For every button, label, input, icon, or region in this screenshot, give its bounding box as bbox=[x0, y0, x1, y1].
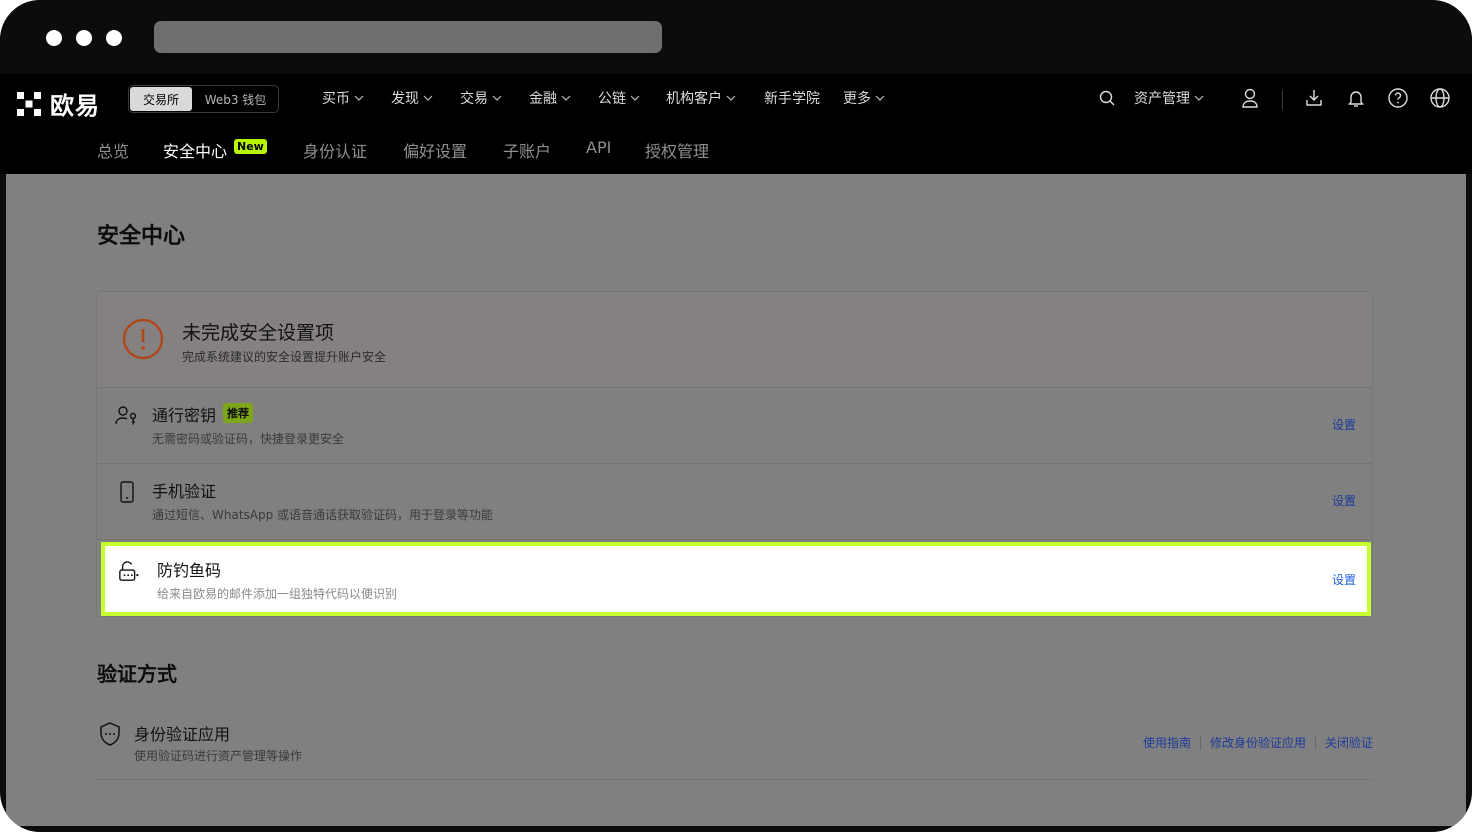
mode-web3-tab[interactable]: Web3 钱包 bbox=[193, 86, 278, 112]
window-minimize-dot[interactable] bbox=[76, 30, 92, 46]
usage-guide-link[interactable]: 使用指南 bbox=[1143, 734, 1191, 751]
nav-academy[interactable]: 新手学院 bbox=[764, 88, 820, 108]
authenticator-actions: 使用指南 修改身份验证应用 关闭验证 bbox=[1143, 734, 1373, 751]
chevron-down-icon bbox=[875, 95, 885, 101]
phone-icon bbox=[115, 480, 139, 504]
chevron-down-icon bbox=[354, 95, 364, 101]
logo[interactable]: 欧易 bbox=[16, 86, 100, 121]
shield-icon bbox=[98, 722, 122, 746]
new-badge: New bbox=[234, 139, 267, 154]
app-window: 欧易 交易所 Web3 钱包 买币 发现 交易 金融 公链 机构客户 新手学院 … bbox=[0, 0, 1472, 832]
page-title: 安全中心 bbox=[97, 224, 186, 249]
passkey-icon bbox=[115, 404, 139, 428]
row-title: 手机验证 bbox=[152, 482, 217, 501]
chevron-down-icon bbox=[726, 95, 736, 101]
divider bbox=[1282, 90, 1283, 110]
chevron-down-icon bbox=[492, 95, 502, 101]
disable-verification-link[interactable]: 关闭验证 bbox=[1325, 734, 1373, 751]
nav-asset-management[interactable]: 资产管理 bbox=[1134, 88, 1204, 108]
chevron-down-icon bbox=[1194, 95, 1204, 101]
tab-overview[interactable]: 总览 bbox=[97, 138, 129, 162]
tab-authorization[interactable]: 授权管理 bbox=[645, 138, 709, 162]
bell-icon[interactable] bbox=[1344, 86, 1368, 110]
chevron-down-icon bbox=[630, 95, 640, 101]
security-row-passkey: 通行密钥 推荐 无需密码或验证码，快捷登录更安全 设置 bbox=[97, 388, 1372, 464]
nav-trade[interactable]: 交易 bbox=[460, 88, 502, 108]
mode-toggle: 交易所 Web3 钱包 bbox=[128, 85, 279, 113]
divider bbox=[1314, 735, 1316, 750]
nav-more[interactable]: 更多 bbox=[843, 88, 885, 108]
anti-phishing-lock-icon bbox=[118, 559, 142, 583]
row-description: 给来自欧易的邮件添加一组独特代码以便识别 bbox=[157, 587, 398, 601]
window-maximize-dot[interactable] bbox=[106, 30, 122, 46]
tab-api[interactable]: API bbox=[586, 138, 611, 157]
security-card-heading: 未完成安全设置项 bbox=[182, 322, 335, 344]
change-authenticator-link[interactable]: 修改身份验证应用 bbox=[1210, 734, 1306, 751]
mode-exchange-tab[interactable]: 交易所 bbox=[130, 87, 192, 111]
brand-name: 欧易 bbox=[50, 92, 100, 120]
anti-phishing-setup-link[interactable]: 设置 bbox=[1332, 571, 1356, 588]
row-description: 无需密码或验证码，快捷登录更安全 bbox=[152, 432, 345, 446]
security-card-header: 未完成安全设置项 完成系统建议的安全设置提升账户安全 bbox=[97, 292, 1372, 388]
phone-setup-link[interactable]: 设置 bbox=[1332, 492, 1356, 509]
row-title: 通行密钥 bbox=[152, 406, 217, 425]
nav-discover[interactable]: 发现 bbox=[391, 88, 433, 108]
user-icon[interactable] bbox=[1238, 86, 1262, 110]
row-title: 身份验证应用 bbox=[134, 725, 231, 744]
row-description: 通过短信、WhatsApp 或语音通话获取验证码，用于登录等功能 bbox=[152, 508, 494, 522]
download-icon[interactable] bbox=[1302, 86, 1326, 110]
nav-institutional[interactable]: 机构客户 bbox=[666, 88, 736, 108]
nav-chain[interactable]: 公链 bbox=[598, 88, 640, 108]
security-row-phone: 手机验证 通过短信、WhatsApp 或语音通话获取验证码，用于登录等功能 设置 bbox=[97, 464, 1372, 540]
top-nav: 欧易 交易所 Web3 钱包 买币 发现 交易 金融 公链 机构客户 新手学院 … bbox=[0, 74, 1472, 124]
tab-security-center[interactable]: 安全中心 bbox=[163, 138, 227, 162]
nav-buy-crypto[interactable]: 买币 bbox=[322, 88, 364, 108]
chevron-down-icon bbox=[561, 95, 571, 101]
passkey-setup-link[interactable]: 设置 bbox=[1332, 416, 1356, 433]
tab-identity-verification[interactable]: 身份认证 bbox=[303, 138, 367, 162]
row-description: 使用验证码进行资产管理等操作 bbox=[134, 749, 303, 763]
help-icon[interactable] bbox=[1386, 86, 1410, 110]
globe-icon[interactable] bbox=[1428, 86, 1452, 110]
address-bar[interactable] bbox=[154, 21, 662, 53]
browser-chrome bbox=[0, 0, 1472, 74]
divider bbox=[1199, 735, 1201, 750]
row-title: 防钓鱼码 bbox=[157, 561, 222, 580]
warning-icon bbox=[122, 318, 164, 364]
main-content: 安全中心 未完成安全设置项 完成系统建议的安全设置提升账户安全 通行密钥 推荐 … bbox=[6, 174, 1466, 826]
tab-sub-accounts[interactable]: 子账户 bbox=[503, 138, 551, 162]
nav-finance[interactable]: 金融 bbox=[529, 88, 571, 108]
window-close-dot[interactable] bbox=[46, 30, 62, 46]
okx-logo-icon bbox=[17, 91, 41, 116]
security-row-anti-phishing: 防钓鱼码 给来自欧易的邮件添加一组独特代码以便识别 设置 bbox=[101, 542, 1371, 616]
search-icon[interactable] bbox=[1095, 86, 1119, 110]
tab-preferences[interactable]: 偏好设置 bbox=[403, 138, 467, 162]
verification-section-title: 验证方式 bbox=[97, 662, 177, 686]
verification-row-authenticator: 身份验证应用 使用验证码进行资产管理等操作 使用指南 修改身份验证应用 关闭验证 bbox=[96, 704, 1373, 780]
sub-nav: 总览 安全中心 New 身份认证 偏好设置 子账户 API 授权管理 bbox=[0, 124, 1472, 174]
security-card-subheading: 完成系统建议的安全设置提升账户安全 bbox=[182, 350, 387, 364]
chevron-down-icon bbox=[423, 95, 433, 101]
recommended-badge: 推荐 bbox=[223, 403, 253, 423]
